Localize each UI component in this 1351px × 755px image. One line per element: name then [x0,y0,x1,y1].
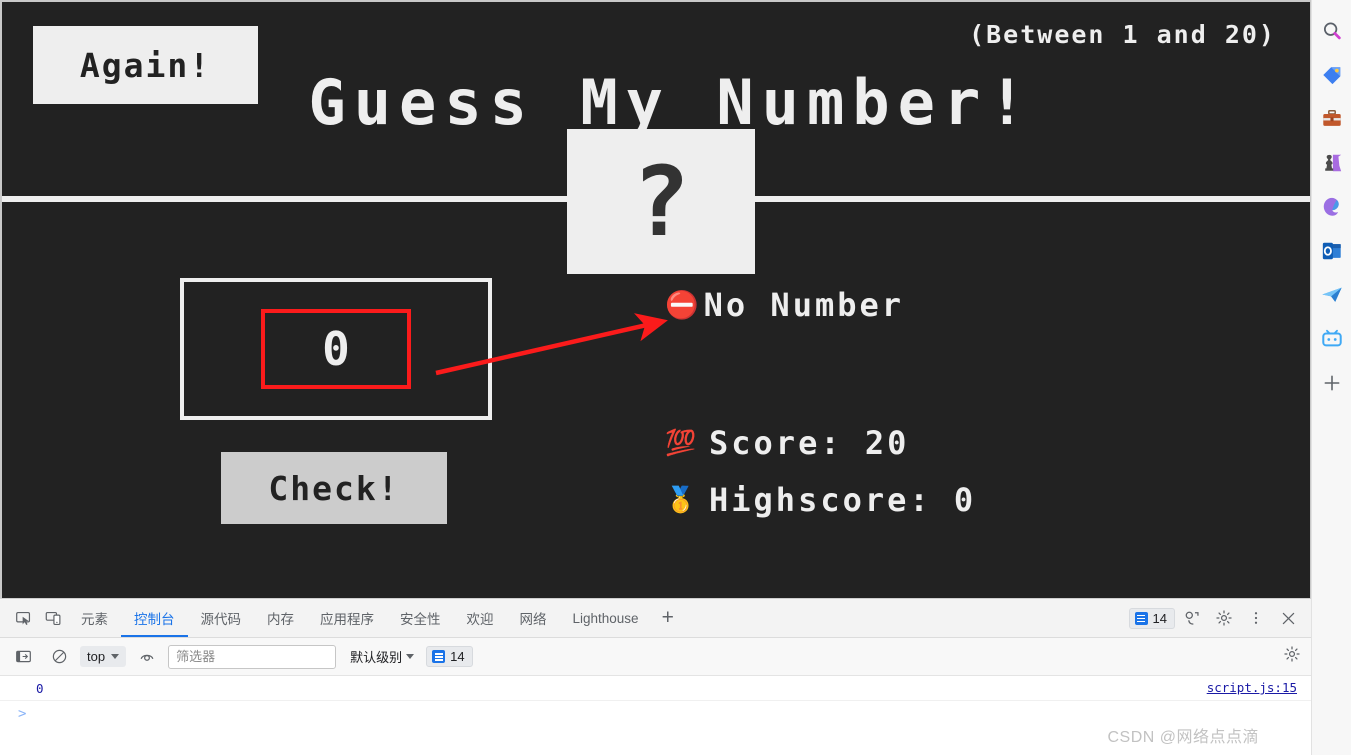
console-toolbar: top 默认级别 14 [0,638,1311,676]
devtools-customize-icon[interactable] [1177,604,1207,632]
chevron-down-icon [406,654,415,659]
game-left-column: Check! [2,202,657,598]
browser-sidebar [1311,0,1351,755]
shopping-tag-icon[interactable] [1319,62,1345,88]
games-icon[interactable] [1319,150,1345,176]
devtools-tabbar: 元素 控制台 源代码 内存 应用程序 安全性 欢迎 网络 Lighthouse … [0,599,1311,638]
devtools-panel: 元素 控制台 源代码 内存 应用程序 安全性 欢迎 网络 Lighthouse … [0,598,1311,755]
log-level-count-label: 14 [450,649,465,664]
highscore-row: 🥇 Highscore: 0 [665,481,976,519]
score-row: 💯 Score: 20 [665,424,909,462]
chevron-down-icon [111,654,120,659]
execution-context-select[interactable]: top [80,646,127,667]
game-right-column: ⛔ No Number 💯 Score: 20 🥇 Highscore: 0 [657,202,1310,598]
devtools-more-options-icon[interactable] [1241,604,1271,632]
check-button[interactable]: Check! [221,452,447,524]
console-log-value: 0 [36,680,44,696]
hundred-points-icon: 💯 [665,428,700,457]
message-count-label: 14 [1152,610,1167,626]
console-filter-input[interactable] [168,644,337,669]
tab-security[interactable]: 安全性 [387,599,454,637]
devtools-close-icon[interactable] [1273,604,1303,632]
status-message: ⛔ No Number [665,286,904,324]
tab-sources[interactable]: 源代码 [188,599,255,637]
console-settings-gear-icon[interactable] [1283,645,1301,668]
tab-console[interactable]: 控制台 [121,599,188,637]
tab-network[interactable]: 网络 [507,599,560,637]
telegram-icon[interactable] [1319,282,1345,308]
tools-briefcase-icon[interactable] [1319,106,1345,132]
guess-input-wrapper [180,278,492,420]
page-viewport: Again! (Between 1 and 20) Guess My Numbe… [0,0,1311,598]
live-expression-eye-icon[interactable] [132,643,162,671]
devtools-tabbar-actions: 14 [1128,604,1311,632]
console-message-icon [432,650,446,663]
clear-console-icon[interactable] [44,643,74,671]
watermark: CSDN @网络点点滴 [1107,729,1259,746]
bilibili-icon[interactable] [1319,326,1345,352]
search-icon[interactable] [1319,18,1345,44]
guess-my-number-game: Again! (Between 1 and 20) Guess My Numbe… [2,2,1310,598]
console-log-row[interactable]: 0 script.js:15 [0,676,1311,701]
log-level-value: 默认级别 [350,650,403,665]
message-count-badge[interactable]: 14 [1128,607,1175,629]
no-entry-icon: ⛔ [665,289,702,321]
highscore-label: Highscore: 0 [709,481,977,519]
add-sidebar-app-icon[interactable] [1319,370,1345,396]
console-sidebar-toggle-icon[interactable] [8,643,38,671]
log-level-count-badge[interactable]: 14 [426,646,473,667]
tab-application[interactable]: 应用程序 [307,599,387,637]
status-message-text: No Number [703,286,905,324]
tab-memory[interactable]: 内存 [254,599,307,637]
outlook-icon[interactable] [1319,238,1345,264]
console-message-icon [1134,611,1148,625]
devtools-settings-gear-icon[interactable] [1209,604,1239,632]
console-prompt-caret: > [18,706,27,722]
range-hint: (Between 1 and 20) [969,20,1276,49]
secret-number-display: ? [567,129,755,274]
gold-medal-icon: 🥇 [665,485,700,514]
device-toolbar-icon[interactable] [38,604,68,632]
office-icon[interactable] [1319,194,1345,220]
guess-input[interactable] [261,309,411,389]
tab-elements[interactable]: 元素 [68,599,121,637]
console-source-link[interactable]: script.js:15 [1207,680,1297,695]
add-panel-button[interactable]: + [652,599,684,637]
browser-window: Again! (Between 1 and 20) Guess My Numbe… [0,0,1351,755]
log-level-select[interactable]: 默认级别 [350,647,415,666]
tab-lighthouse[interactable]: Lighthouse [560,599,652,637]
tab-welcome[interactable]: 欢迎 [454,599,507,637]
execution-context-value: top [87,649,106,664]
score-label: Score: 20 [709,424,910,462]
inspect-element-icon[interactable] [8,604,38,632]
